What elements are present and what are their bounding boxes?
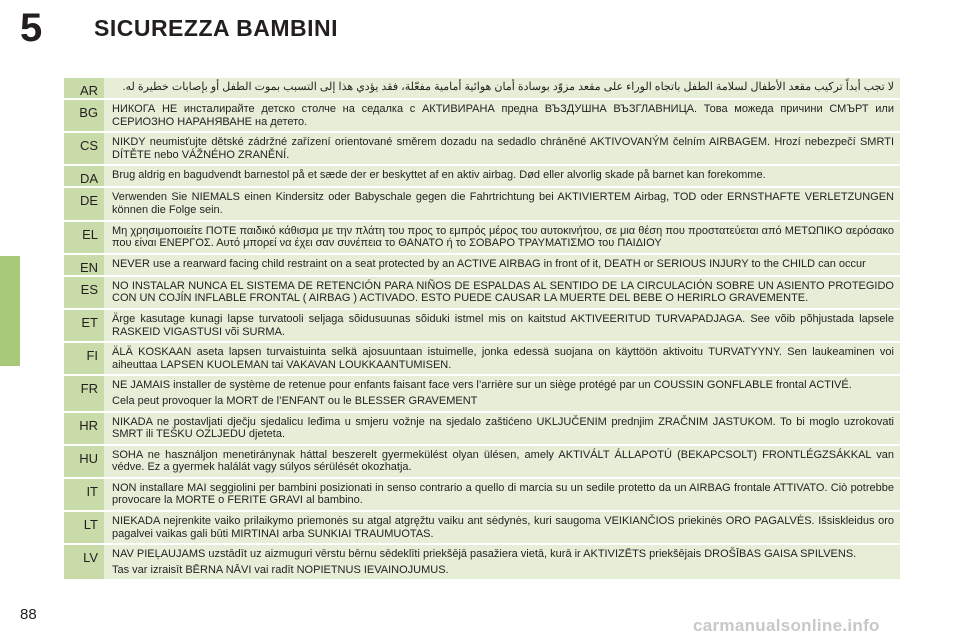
table-row: DA Brug aldrig en bagudvendt barnestol på…: [64, 166, 900, 189]
warning-line: Ärge kasutage kunagi lapse turvatooli se…: [112, 312, 894, 338]
language-code: ES: [64, 276, 104, 308]
language-code: LT: [64, 512, 104, 544]
warning-line: NON installare MAI seggiolini per bambin…: [112, 481, 894, 507]
language-code: EN: [64, 254, 104, 275]
language-code: IT: [64, 478, 104, 511]
warning-text: NO INSTALAR NUNCA EL SISTEMA DE RETENCIÓ…: [104, 276, 900, 308]
language-code: BG: [64, 100, 104, 132]
warning-text: NEVER use a rearward facing child restra…: [104, 254, 900, 275]
warning-text: NON installare MAI seggiolini per bambin…: [104, 478, 900, 511]
table-row: IT NON installare MAI seggiolini per bamb…: [64, 478, 900, 513]
table-row: LV NAV PIEĻAUJAMS uzstādīt uz aizmuguri v…: [64, 545, 900, 582]
warning-line: NIKADA ne postavljati dječju sjedalicu l…: [112, 415, 894, 441]
table-row: CS NIKDY neumisťujte dětské zádržné zaříz…: [64, 133, 900, 167]
table-row: ES NO INSTALAR NUNCA EL SISTEMA DE RETENC…: [64, 276, 900, 310]
page-title: SICUREZZA BAMBINI: [94, 15, 339, 41]
table-row: LT NIEKADA nejrenkite vaiko prilaikymo pr…: [64, 512, 900, 546]
warning-text: لا تجب أبداً تركيب مقعد الأطفال لسلامة ا…: [104, 78, 900, 98]
page-number: 88: [20, 606, 37, 623]
warning-line: SOHA ne használjon menetiránynak háttal …: [112, 448, 894, 474]
warning-line: НИКОГА НЕ инсталирайте детско столче на …: [112, 103, 894, 128]
table-row: EL Μη χρησιμοποιείτε ΠΟΤΕ παιδικό κάθισμα…: [64, 221, 900, 255]
warning-line: Brug aldrig en bagudvendt barnestol på e…: [112, 169, 766, 182]
warning-line: NE JAMAIS installer de système de retenu…: [112, 379, 852, 392]
warning-line: NIEKADA nejrenkite vaiko prilaikymo prie…: [112, 515, 894, 540]
chapter-tab: [0, 256, 20, 366]
language-code: CS: [64, 133, 104, 165]
warning-line: Verwenden Sie NIEMALS einen Kindersitz o…: [112, 191, 894, 216]
language-code: FI: [64, 343, 104, 375]
watermark: carmanualsonline.info: [693, 616, 880, 635]
warning-text: NE JAMAIS installer de système de retenu…: [104, 376, 900, 411]
language-code: AR: [64, 78, 104, 98]
language-code: FR: [64, 376, 104, 411]
warning-text: Verwenden Sie NIEMALS einen Kindersitz o…: [104, 188, 900, 220]
warning-line: NIKDY neumisťujte dětské zádržné zařízen…: [112, 136, 894, 161]
warning-text: NIEKADA nejrenkite vaiko prilaikymo prie…: [104, 512, 900, 544]
warning-line: NAV PIEĻAUJAMS uzstādīt uz aizmuguri vēr…: [112, 548, 857, 561]
warning-line: لا تجب أبداً تركيب مقعد الأطفال لسلامة ا…: [122, 81, 894, 93]
warning-line: NEVER use a rearward facing child restra…: [112, 257, 866, 270]
table-row: FI ÄLÄ KOSKAAN aseta lapsen turvaistuinta…: [64, 343, 900, 377]
language-code: HU: [64, 445, 104, 477]
warning-text: Brug aldrig en bagudvendt barnestol på e…: [104, 166, 900, 187]
warning-line: ÄLÄ KOSKAAN aseta lapsen turvaistuinta s…: [112, 346, 894, 371]
warning-text: SOHA ne használjon menetiránynak háttal …: [104, 445, 900, 477]
table-row: AR لا تجب أبداً تركيب مقعد الأطفال لسلامة…: [64, 78, 900, 100]
chapter-number: 5: [20, 6, 43, 50]
warning-text: Ärge kasutage kunagi lapse turvatooli se…: [104, 309, 900, 342]
warning-text: NIKADA ne postavljati dječju sjedalicu l…: [104, 412, 900, 444]
warning-text: NAV PIEĻAUJAMS uzstādīt uz aizmuguri vēr…: [104, 545, 900, 580]
language-code: DA: [64, 166, 104, 187]
table-row: ET Ärge kasutage kunagi lapse turvatooli …: [64, 309, 900, 344]
language-code: DE: [64, 188, 104, 220]
table-row: BG НИКОГА НЕ инсталирайте детско столче н…: [64, 100, 900, 134]
warning-line: Tas var izraisīt BĒRNA NĀVI vai radīt NO…: [112, 563, 449, 576]
warning-line: NO INSTALAR NUNCA EL SISTEMA DE RETENCIÓ…: [112, 279, 894, 305]
table-row: EN NEVER use a rearward facing child rest…: [64, 254, 900, 277]
warning-line: Cela peut provoquer la MORT de l’ENFANT …: [112, 394, 478, 407]
table-row: HR NIKADA ne postavljati dječju sjedalicu…: [64, 412, 900, 446]
language-code: ET: [64, 309, 104, 342]
warning-text: Μη χρησιμοποιείτε ΠΟΤΕ παιδικό κάθισμα μ…: [104, 221, 900, 253]
language-code: EL: [64, 221, 104, 253]
warning-text: NIKDY neumisťujte dětské zádržné zařízen…: [104, 133, 900, 165]
table-row: DE Verwenden Sie NIEMALS einen Kindersitz…: [64, 188, 900, 222]
warning-table: AR لا تجب أبداً تركيب مقعد الأطفال لسلامة…: [64, 78, 900, 582]
table-row: FR NE JAMAIS installer de système de rete…: [64, 376, 900, 413]
language-code: HR: [64, 412, 104, 444]
warning-line: Μη χρησιμοποιείτε ΠΟΤΕ παιδικό κάθισμα μ…: [112, 224, 894, 250]
table-row: HU SOHA ne használjon menetiránynak hátta…: [64, 445, 900, 479]
warning-text: НИКОГА НЕ инсталирайте детско столче на …: [104, 100, 900, 132]
language-code: LV: [64, 545, 104, 580]
warning-text: ÄLÄ KOSKAAN aseta lapsen turvaistuinta s…: [104, 343, 900, 375]
